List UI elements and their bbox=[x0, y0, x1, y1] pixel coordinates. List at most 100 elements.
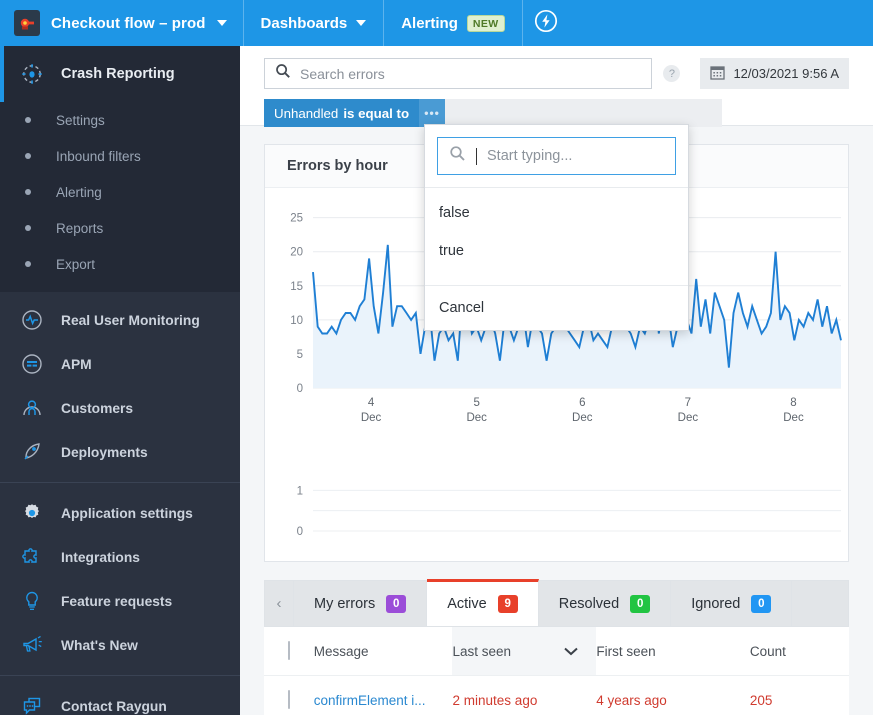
dropdown-option-false[interactable]: false bbox=[425, 194, 688, 232]
dropdown-search-wrap: Start typing... bbox=[425, 125, 688, 188]
tab-my-errors[interactable]: My errors 0 bbox=[294, 580, 428, 626]
svg-text:Dec: Dec bbox=[572, 412, 593, 424]
sidebar-item-label: Integrations bbox=[61, 549, 140, 565]
sidebar: Crash Reporting Settings Inbound filters… bbox=[0, 46, 240, 715]
sidebar-item-label: Contact Raygun bbox=[61, 698, 167, 714]
column-header-message[interactable]: Message bbox=[314, 644, 453, 659]
dropdown-cancel-button[interactable]: Cancel bbox=[425, 286, 688, 330]
puzzle-icon bbox=[19, 544, 45, 570]
svg-text:0: 0 bbox=[297, 526, 303, 538]
column-header-last-seen-label: Last seen bbox=[452, 643, 512, 659]
tab-ignored[interactable]: Ignored 0 bbox=[671, 580, 793, 626]
filter-toolbar: Search errors ? 12/03/2021 9:56 A Unhand… bbox=[240, 46, 873, 127]
svg-text:25: 25 bbox=[290, 213, 303, 225]
sidebar-item-contact-raygun[interactable]: Contact Raygun bbox=[0, 684, 240, 715]
svg-text:4: 4 bbox=[368, 397, 375, 409]
dropdown-options: false true bbox=[425, 188, 688, 278]
sidebar-item-whats-new[interactable]: What's New bbox=[0, 623, 240, 667]
tab-active[interactable]: Active 9 bbox=[427, 579, 539, 626]
svg-text:20: 20 bbox=[290, 247, 303, 259]
tab-count-badge: 0 bbox=[751, 594, 772, 613]
top-navigation-bar: Checkout flow – prod Dashboards Alerting… bbox=[0, 0, 873, 46]
row-first-seen: 4 years ago bbox=[596, 692, 667, 708]
sidebar-item-inbound-filters[interactable]: Inbound filters bbox=[0, 138, 240, 174]
tabs: ‹ My errors 0 Active 9 Resolved 0 Ignore… bbox=[264, 579, 849, 627]
chat-bubbles-icon bbox=[19, 693, 45, 715]
sidebar-item-integrations[interactable]: Integrations bbox=[0, 535, 240, 579]
sidebar-group-settings: Application settings Integrations Featur… bbox=[0, 491, 240, 667]
dropdown-option-true[interactable]: true bbox=[425, 232, 688, 270]
apm-circle-icon bbox=[19, 351, 45, 377]
sidebar-item-application-settings[interactable]: Application settings bbox=[0, 491, 240, 535]
svg-text:0: 0 bbox=[297, 383, 303, 395]
sidebar-item-label: APM bbox=[61, 356, 92, 372]
pulse-circle-icon bbox=[19, 307, 45, 333]
filter-field: Unhandled bbox=[274, 105, 339, 121]
sidebar-group-products: Real User Monitoring APM Customers Deplo… bbox=[0, 292, 240, 474]
sidebar-item-feature-requests[interactable]: Feature requests bbox=[0, 579, 240, 623]
question-mark-icon[interactable]: ? bbox=[663, 65, 681, 82]
sidebar-item-label: Feature requests bbox=[61, 593, 173, 609]
sidebar-item-crash-reporting[interactable]: Crash Reporting bbox=[0, 46, 240, 102]
tab-label: Resolved bbox=[558, 595, 620, 612]
sidebar-item-export[interactable]: Export bbox=[0, 246, 240, 282]
tab-count-badge: 0 bbox=[630, 594, 651, 613]
column-header-first-seen[interactable]: First seen bbox=[596, 644, 750, 659]
search-row: Search errors ? 12/03/2021 9:56 A bbox=[264, 58, 849, 89]
search-icon bbox=[275, 63, 291, 84]
sidebar-item-customers[interactable]: Customers bbox=[0, 386, 240, 430]
crosshair-bug-icon bbox=[19, 61, 45, 87]
secondary-chart: 01 bbox=[265, 436, 848, 561]
app-name-label: Checkout flow – prod bbox=[51, 14, 206, 32]
date-range-value: 12/03/2021 9:56 A bbox=[733, 66, 839, 81]
chevron-down-icon bbox=[564, 644, 579, 659]
row-message-link[interactable]: confirmElement i... bbox=[314, 693, 453, 708]
bullet-icon bbox=[25, 117, 31, 123]
sidebar-group-crash-reporting: Crash Reporting Settings Inbound filters… bbox=[0, 46, 240, 292]
bullet-icon bbox=[25, 225, 31, 231]
row-checkbox[interactable] bbox=[288, 690, 290, 709]
active-filters-bar: Unhandled is equal to ••• bbox=[264, 99, 722, 127]
sidebar-item-label: Real User Monitoring bbox=[61, 312, 200, 328]
select-all-checkbox[interactable] bbox=[288, 641, 290, 660]
nav-alerting-label: Alerting bbox=[401, 14, 458, 32]
sidebar-item-label: Crash Reporting bbox=[61, 66, 175, 82]
sidebar-item-alerting[interactable]: Alerting bbox=[0, 174, 240, 210]
svg-text:6: 6 bbox=[579, 397, 585, 409]
nav-dashboards[interactable]: Dashboards bbox=[244, 0, 385, 46]
svg-text:1: 1 bbox=[297, 485, 303, 497]
bullet-icon bbox=[25, 261, 31, 267]
tab-resolved[interactable]: Resolved 0 bbox=[538, 580, 672, 626]
column-header-count[interactable]: Count bbox=[750, 644, 849, 659]
search-input[interactable]: Search errors bbox=[264, 58, 653, 89]
sidebar-subitem-label: Settings bbox=[56, 112, 105, 128]
quick-actions-button[interactable] bbox=[523, 0, 569, 46]
sidebar-item-deployments[interactable]: Deployments bbox=[0, 430, 240, 474]
sidebar-item-reports[interactable]: Reports bbox=[0, 210, 240, 246]
filter-pill[interactable]: Unhandled is equal to ••• bbox=[264, 99, 446, 127]
column-header-last-seen[interactable]: Last seen bbox=[452, 627, 597, 675]
gear-icon bbox=[19, 500, 45, 526]
tabs-scroll-left-button[interactable]: ‹ bbox=[264, 580, 294, 626]
sidebar-divider bbox=[0, 675, 240, 676]
nav-alerting[interactable]: Alerting NEW bbox=[384, 0, 523, 46]
app-switcher[interactable]: Checkout flow – prod bbox=[0, 0, 244, 46]
lightbulb-icon bbox=[19, 588, 45, 614]
dropdown-search-input[interactable]: Start typing... bbox=[437, 137, 676, 175]
filter-value-button[interactable]: ••• bbox=[419, 99, 446, 127]
tabs-overflow bbox=[792, 580, 849, 626]
errors-table: Message Last seen First seen Count confi… bbox=[264, 627, 849, 715]
table-row[interactable]: confirmElement i... 2 minutes ago 4 year… bbox=[264, 676, 849, 715]
sidebar-item-apm[interactable]: APM bbox=[0, 342, 240, 386]
tab-label: Active bbox=[447, 596, 487, 612]
bullet-icon bbox=[25, 189, 31, 195]
chevron-left-icon: ‹ bbox=[276, 595, 282, 612]
svg-text:Dec: Dec bbox=[678, 412, 699, 424]
date-range-picker[interactable]: 12/03/2021 9:56 A bbox=[700, 58, 849, 89]
rocket-icon bbox=[19, 439, 45, 465]
sidebar-item-real-user-monitoring[interactable]: Real User Monitoring bbox=[0, 298, 240, 342]
sidebar-item-settings[interactable]: Settings bbox=[0, 102, 240, 138]
filter-pill-label: Unhandled is equal to bbox=[264, 99, 420, 127]
sidebar-subitem-label: Export bbox=[56, 256, 96, 272]
